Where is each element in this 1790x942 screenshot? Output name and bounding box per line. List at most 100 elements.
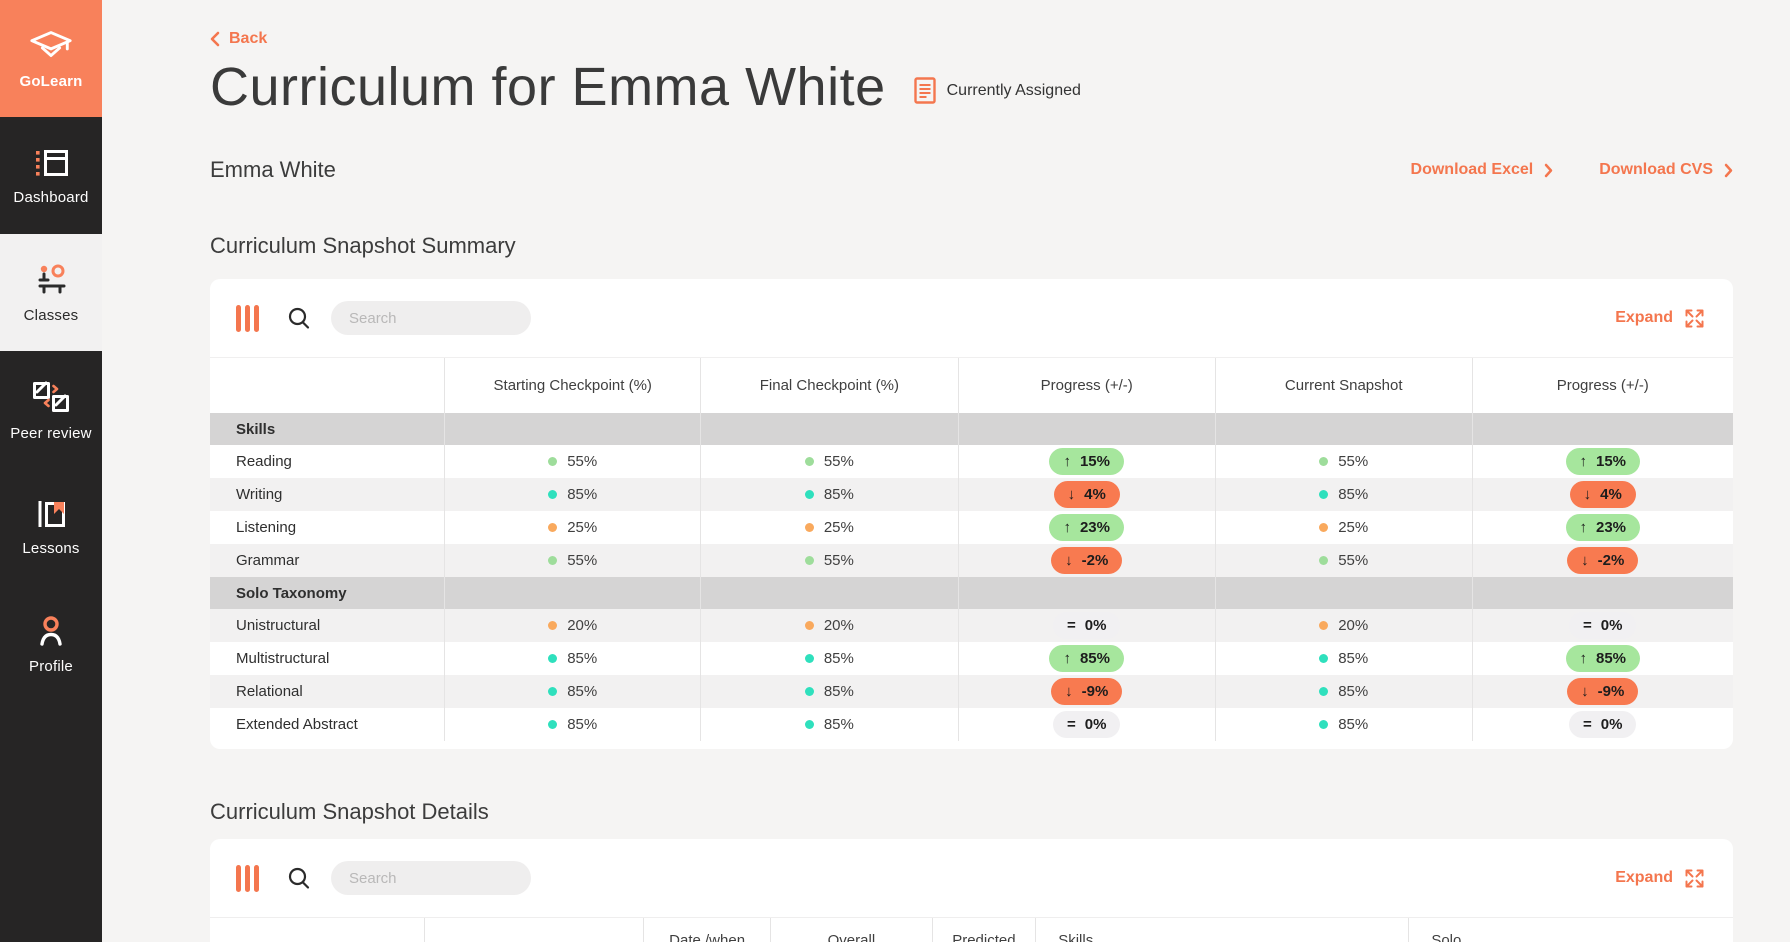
current-snapshot-cell: 55%: [1216, 445, 1473, 479]
teal-dot-icon: [1319, 490, 1329, 500]
value: 85%: [823, 650, 854, 668]
section-name: Skills: [210, 413, 446, 446]
badge-value: 4%: [1084, 486, 1106, 504]
column-header: [210, 918, 425, 942]
search-icon[interactable]: [287, 306, 311, 330]
row-label: Relational: [236, 683, 303, 701]
current-snapshot-cell: 85%: [1216, 708, 1473, 742]
teal-dot-icon: [548, 687, 558, 697]
column-header: Solo: [1431, 932, 1462, 942]
sidebar-item-dashboard[interactable]: Dashboard: [0, 117, 102, 234]
chevron-right-icon: [1724, 163, 1733, 178]
arrow-up-icon: ↑: [1579, 650, 1588, 668]
column-header: Progress (+/-): [1556, 377, 1649, 395]
arrow-up-icon: ↑: [1579, 453, 1588, 471]
details-search-input[interactable]: [331, 861, 531, 896]
arrow-up-icon: ↑: [1063, 650, 1071, 668]
green-dot-icon: [804, 457, 814, 467]
badge-value: 15%: [1596, 453, 1627, 471]
column-header: Skills: [1036, 918, 1410, 942]
section-name: Solo Taxonomy: [210, 577, 446, 610]
chevron-right-icon: [1544, 163, 1553, 178]
final-checkpoint-cell: 25%: [701, 511, 959, 545]
row-label-cell: Unistructural: [210, 609, 446, 643]
value: 20%: [1338, 617, 1369, 635]
row-label: Unistructural: [236, 617, 321, 635]
arrow-down-icon: ↓: [1065, 552, 1073, 570]
value: 85%: [567, 683, 598, 701]
arrow-down-icon: ↓: [1581, 552, 1589, 570]
summary-expand-button[interactable]: Expand: [1615, 308, 1705, 329]
teal-dot-icon: [1319, 687, 1329, 697]
badge-value: 4%: [1600, 486, 1622, 504]
equals-icon: =: [1066, 716, 1076, 734]
teal-dot-icon: [548, 654, 558, 664]
summary-search-input[interactable]: [331, 301, 531, 336]
final-checkpoint-cell: 85%: [701, 708, 959, 742]
orange-dot-icon: [804, 523, 814, 533]
progress-badge-eq: = 0%: [1052, 711, 1121, 739]
back-link[interactable]: Back: [210, 30, 267, 48]
teal-dot-icon: [548, 720, 558, 730]
column-header: Final Checkpoint (%): [701, 358, 959, 414]
sidebar-item-peer-review[interactable]: Peer review: [0, 351, 102, 468]
download-excel-link[interactable]: Download Excel: [1411, 161, 1554, 179]
green-dot-icon: [1319, 556, 1329, 566]
table-row: Reading 55% 55% ↑ 15% 55% ↑ 15%: [210, 445, 1733, 479]
badge-value: -9%: [1081, 683, 1109, 701]
details-section-title: Curriculum Snapshot Details: [210, 799, 489, 825]
teal-dot-icon: [804, 687, 814, 697]
value: 85%: [567, 486, 598, 504]
sidebar-item-label: GoLearn: [19, 72, 83, 90]
value: 55%: [823, 453, 854, 471]
summary-section-title: Curriculum Snapshot Summary: [210, 233, 516, 259]
value: 25%: [567, 519, 598, 537]
row-label: Extended Abstract: [236, 716, 358, 734]
expand-label: Expand: [1615, 869, 1673, 887]
table-row: Relational 85% 85% ↓ -9% 85% ↓ -9%: [210, 675, 1733, 709]
sidebar-item-classes[interactable]: Classes: [0, 234, 102, 351]
section-cell: [445, 413, 702, 446]
sidebar-item-label: Profile: [29, 657, 73, 675]
progress-cell: ↓ -2%: [959, 544, 1216, 578]
value: 55%: [1338, 552, 1369, 570]
value: 85%: [567, 716, 598, 734]
download-csv-link[interactable]: Download CVS: [1599, 161, 1733, 179]
summary-table-header: Starting Checkpoint (%) Final Checkpoint …: [210, 357, 1733, 414]
dashboard-icon: [32, 146, 70, 180]
progress-badge-down: ↓ -2%: [1567, 547, 1639, 575]
badge-value: -2%: [1081, 552, 1109, 570]
final-checkpoint-cell: 20%: [701, 609, 959, 643]
progress-badge-up: ↑ 23%: [1565, 514, 1641, 542]
filter-icon[interactable]: [236, 864, 259, 892]
orange-dot-icon: [548, 621, 558, 631]
column-header: [425, 918, 645, 942]
details-expand-button[interactable]: Expand: [1615, 868, 1705, 889]
row-label-cell: Extended Abstract: [210, 708, 446, 742]
badge-value: -2%: [1597, 552, 1625, 570]
arrow-up-icon: ↑: [1063, 519, 1071, 537]
sidebar-item-profile[interactable]: Profile: [0, 585, 102, 702]
teal-dot-icon: [1319, 720, 1329, 730]
value: 55%: [567, 552, 598, 570]
row-label-cell: Grammar: [210, 544, 446, 578]
sidebar-item-golearn[interactable]: GoLearn: [0, 0, 102, 117]
expand-icon: [1684, 868, 1705, 889]
value: 25%: [823, 519, 854, 537]
final-checkpoint-cell: 55%: [701, 445, 959, 479]
progress-badge-down: ↓ 4%: [1053, 481, 1120, 509]
starting-checkpoint-cell: 85%: [445, 642, 702, 676]
section-cell: [445, 577, 702, 610]
progress-cell: ↑ 85%: [959, 642, 1216, 676]
section-cell: [959, 577, 1216, 610]
sidebar: GoLearn Dashboard Classes Peer review Lesson…: [0, 0, 102, 942]
search-icon[interactable]: [287, 866, 311, 890]
progress-cell: ↑ 15%: [1473, 445, 1733, 478]
progress-cell: = 0%: [959, 609, 1216, 643]
arrow-down-icon: ↓: [1581, 683, 1589, 701]
sidebar-item-lessons[interactable]: Lessons: [0, 468, 102, 585]
column-header: Starting Checkpoint (%): [445, 358, 702, 414]
arrow-down-icon: ↓: [1065, 683, 1073, 701]
value: 85%: [1338, 650, 1369, 668]
filter-icon[interactable]: [236, 304, 259, 332]
